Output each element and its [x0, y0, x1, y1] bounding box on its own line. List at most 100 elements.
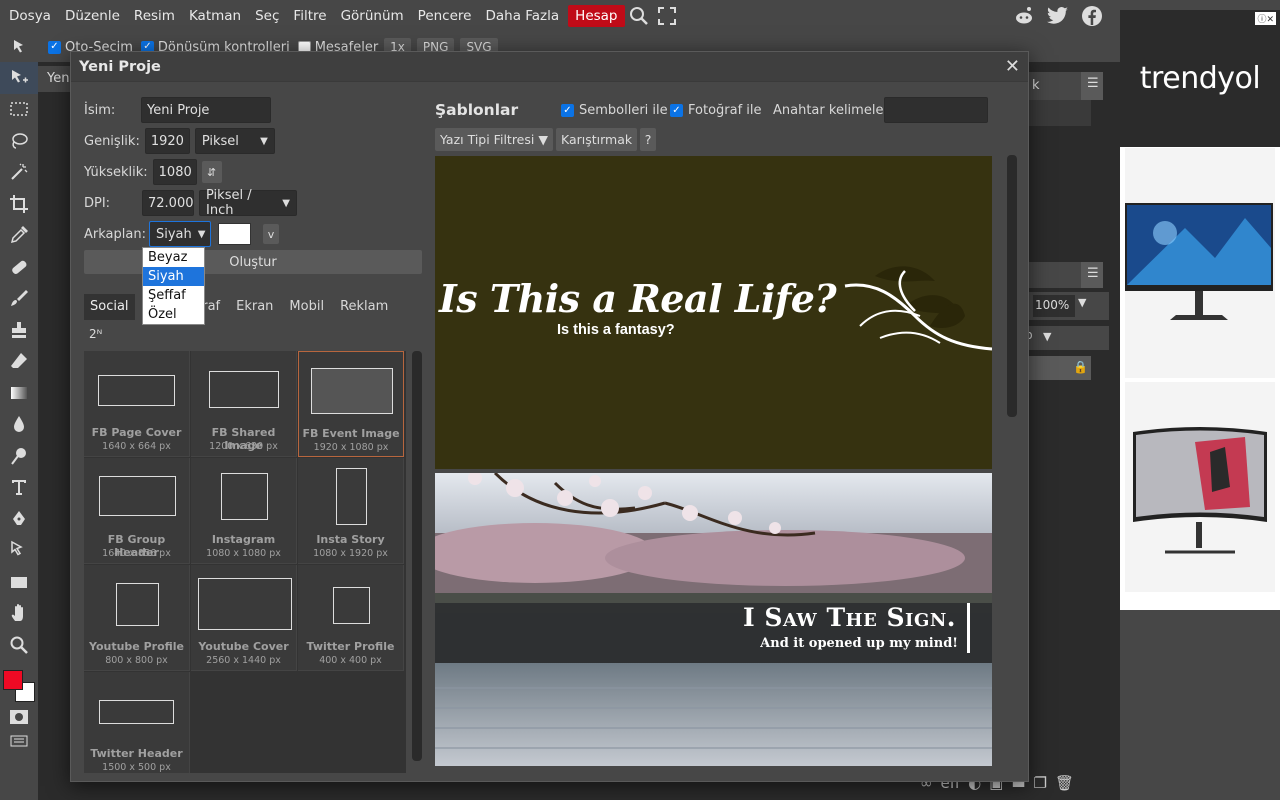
menu-bar: Dosya Düzenle Resim Katman Seç Filtre Gö…: [0, 0, 1120, 32]
trash-icon[interactable]: 🗑: [1055, 774, 1074, 794]
tab-social[interactable]: Social: [84, 294, 135, 320]
unit-select[interactable]: Piksel ▼: [194, 128, 275, 154]
symbols-checkbox[interactable]: ✓ Sembolleri ile: [561, 103, 668, 118]
eraser-icon: [11, 353, 27, 369]
ad-banner[interactable]: trendyol ⓘ✕: [1120, 10, 1280, 610]
create-button[interactable]: Oluştur: [84, 250, 422, 274]
quick-mask-icon[interactable]: [9, 709, 29, 725]
shuffle-button[interactable]: Karıştırmak: [556, 128, 638, 151]
marquee-tool[interactable]: [0, 94, 38, 126]
zoom-field[interactable]: 100%: [1033, 295, 1075, 317]
name-input[interactable]: Yeni Proje: [141, 97, 271, 123]
template-list: Is This a Real Life? Is this a fantasy?: [435, 156, 992, 766]
move-icon: [12, 69, 28, 83]
preset-card[interactable]: Insta Story 1080 x 1920 px: [298, 458, 404, 564]
zoom-icon: [10, 636, 28, 654]
text-tool[interactable]: [0, 472, 38, 504]
preset-card-selected[interactable]: FB Event Image 1920 x 1080 px: [298, 351, 404, 457]
template-card[interactable]: I Saw The Sign. And it opened up my mind…: [435, 473, 992, 766]
fullscreen-icon[interactable]: [653, 0, 681, 32]
menu-layer[interactable]: Katman: [182, 0, 248, 32]
clone-stamp-tool[interactable]: [0, 314, 38, 346]
gradient-tool[interactable]: [0, 377, 38, 409]
blend-dropdown-icon[interactable]: ▼: [1043, 330, 1051, 343]
zoom-tool[interactable]: [0, 629, 38, 661]
blur-tool[interactable]: [0, 409, 38, 441]
facebook-icon[interactable]: [1080, 4, 1104, 28]
option-custom[interactable]: Özel: [143, 305, 204, 324]
eraser-tool[interactable]: [0, 346, 38, 378]
menu-edit[interactable]: Düzenle: [58, 0, 127, 32]
pen-tool[interactable]: [0, 503, 38, 535]
healing-tool[interactable]: [0, 251, 38, 283]
swap-dimensions-icon[interactable]: ⇵: [201, 161, 222, 183]
preset-card[interactable]: Youtube Profile 800 x 800 px: [84, 565, 190, 671]
keywords-input[interactable]: [884, 97, 988, 123]
twitter-icon[interactable]: [1046, 4, 1070, 28]
preset-card[interactable]: FB Shared Image 1200 x 630 px: [191, 351, 297, 457]
preset-card[interactable]: Youtube Cover 2560 x 1440 px: [191, 565, 297, 671]
preset-card[interactable]: FB Page Cover 1640 x 664 px: [84, 351, 190, 457]
path-select-tool[interactable]: [0, 535, 38, 567]
magic-wand-tool[interactable]: [0, 157, 38, 189]
preset-scrollbar[interactable]: [412, 351, 422, 761]
menu-filter[interactable]: Filtre: [286, 0, 333, 32]
background-color-swatch[interactable]: [217, 223, 251, 245]
hand-icon: [11, 604, 23, 622]
tab-ads[interactable]: Reklam: [334, 294, 394, 320]
height-input[interactable]: 1080: [152, 159, 197, 185]
template-scrollbar[interactable]: [1007, 155, 1017, 417]
hand-tool[interactable]: [0, 598, 38, 630]
zoom-dropdown-icon[interactable]: ▼: [1078, 296, 1086, 309]
menu-more[interactable]: Daha Fazla: [478, 0, 566, 32]
photos-checkbox[interactable]: ✓ Fotoğraf ile: [670, 103, 762, 118]
brush-tool[interactable]: [0, 283, 38, 315]
reddit-icon[interactable]: [1012, 4, 1036, 28]
lasso-tool[interactable]: [0, 125, 38, 157]
preset-shape: [116, 583, 159, 626]
layers-menu-button[interactable]: ☰: [1081, 262, 1103, 288]
lock-icon[interactable]: 🔒: [1073, 360, 1088, 374]
menu-window[interactable]: Pencere: [411, 0, 479, 32]
template-card[interactable]: Is This a Real Life? Is this a fantasy?: [435, 156, 992, 469]
preset-size: 1500 x 500 px: [102, 762, 171, 773]
menu-select[interactable]: Seç: [248, 0, 286, 32]
foreground-color-swatch[interactable]: [3, 670, 23, 690]
menu-view[interactable]: Görünüm: [334, 0, 411, 32]
keyboard-icon[interactable]: [10, 734, 28, 748]
preset-card[interactable]: Instagram 1080 x 1080 px: [191, 458, 297, 564]
menu-image[interactable]: Resim: [127, 0, 182, 32]
preset-card[interactable]: Twitter Profile 400 x 400 px: [298, 565, 404, 671]
close-icon[interactable]: ✕: [1005, 56, 1020, 77]
background-select[interactable]: Siyah ▼: [148, 221, 211, 247]
shape-tool[interactable]: [0, 566, 38, 598]
move-tool[interactable]: [0, 62, 38, 94]
preset-card[interactable]: FB Group Header 1640 x 856 px: [84, 458, 190, 564]
gradient-icon: [11, 386, 27, 399]
option-transparent[interactable]: Şeffaf: [143, 286, 204, 305]
crop-tool[interactable]: [0, 188, 38, 220]
option-white[interactable]: Beyaz: [143, 248, 204, 267]
font-filter-button[interactable]: Yazı Tipi Filtresi ▼: [435, 128, 553, 151]
eyedropper-tool[interactable]: [0, 220, 38, 252]
dodge-tool[interactable]: [0, 440, 38, 472]
new-layer-icon[interactable]: ❐: [1034, 774, 1047, 794]
tab-screen[interactable]: Ekran: [230, 294, 279, 320]
background-v-button[interactable]: v: [262, 224, 279, 244]
dpi-unit-select[interactable]: Piksel / Inch ▼: [199, 188, 297, 218]
tab-mobile[interactable]: Mobil: [283, 294, 330, 320]
preset-card[interactable]: Twitter Header 1500 x 500 px: [84, 672, 190, 773]
menu-file[interactable]: Dosya: [2, 0, 58, 32]
help-button[interactable]: ?: [640, 128, 656, 151]
account-button[interactable]: Hesap: [568, 5, 625, 27]
ad-info-icon[interactable]: ⓘ✕: [1255, 12, 1276, 25]
power-of-two-toggle[interactable]: 2ᴺ: [89, 327, 102, 341]
panel-menu-button[interactable]: ☰: [1081, 72, 1103, 100]
preset-shape: [98, 375, 175, 406]
search-icon[interactable]: [625, 0, 653, 32]
color-swatches[interactable]: [3, 668, 37, 704]
width-input[interactable]: 1920: [144, 128, 190, 154]
preset-name: Insta Story: [316, 533, 385, 546]
option-black[interactable]: Siyah: [143, 267, 204, 286]
dpi-input[interactable]: 72.000: [142, 190, 194, 216]
